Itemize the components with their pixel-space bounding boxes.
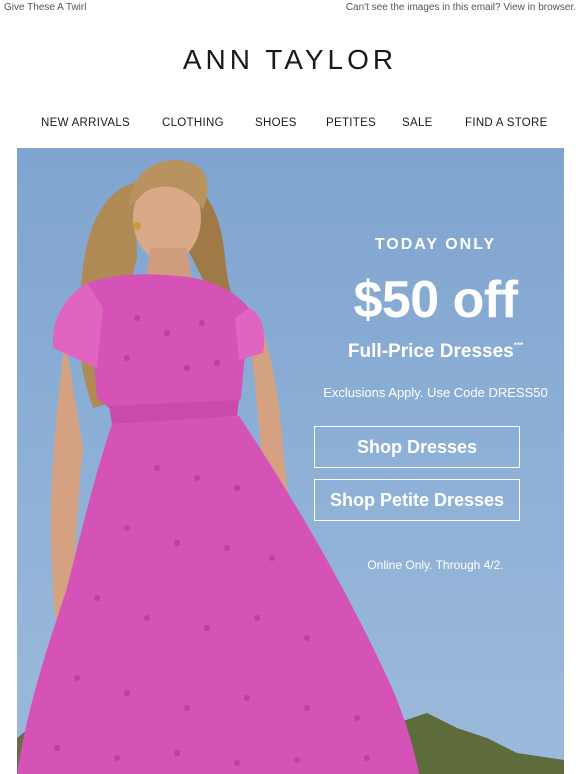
shop-dresses-button[interactable]: Shop Dresses [314, 426, 520, 468]
brand-logo[interactable]: ANN TAYLOR [0, 44, 580, 76]
view-in-browser-link[interactable]: Can't see the images in this email? View… [346, 2, 576, 13]
shop-petite-dresses-button[interactable]: Shop Petite Dresses [314, 479, 520, 521]
hero-banner[interactable]: TODAY ONLY $50 off Full-Price Dresses***… [17, 148, 564, 774]
nav-item-find-a-store[interactable]: FIND A STORE [465, 117, 548, 129]
nav-item-new-arrivals[interactable]: NEW ARRIVALS [41, 117, 130, 129]
offer-headline: TODAY ONLY [374, 236, 497, 253]
offer-amount: $50 off [353, 271, 518, 329]
offer-subline: Full-Price Dresses*** [307, 341, 564, 363]
nav-item-sale[interactable]: SALE [402, 117, 433, 129]
nav-item-clothing[interactable]: CLOTHING [162, 117, 224, 129]
preheader-bar: Give These A Twirl Can't see the images … [0, 0, 580, 16]
nav-item-shoes[interactable]: SHOES [255, 117, 297, 129]
offer-subline-text: Full-Price Dresses [347, 341, 514, 362]
preheader-text: Give These A Twirl [4, 2, 87, 13]
offer-terms: Online Only. Through 4/2. [367, 558, 504, 572]
offer-exclusions: Exclusions Apply. Use Code DRESS50 [323, 385, 548, 400]
offer-footnote-mark: *** [513, 341, 524, 350]
main-nav: NEW ARRIVALS CLOTHING SHOES PETITES SALE… [0, 117, 580, 133]
nav-item-petites[interactable]: PETITES [326, 117, 376, 129]
